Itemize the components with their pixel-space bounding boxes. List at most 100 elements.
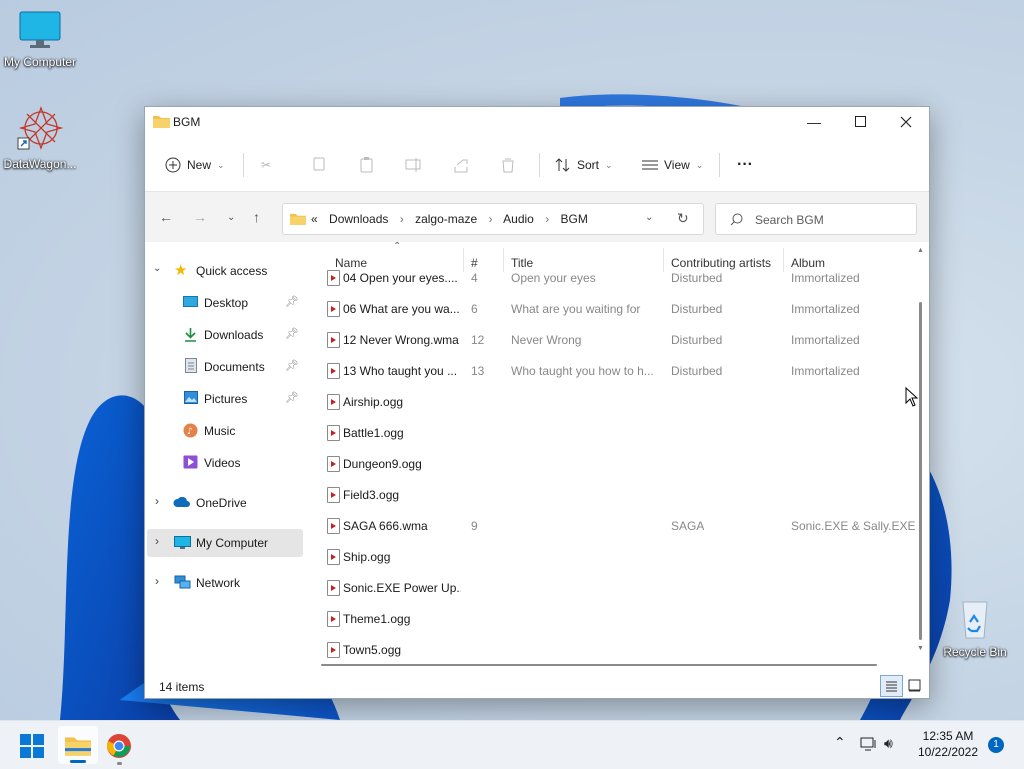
sidebar-item-my-computer[interactable]: › My Computer <box>147 529 303 557</box>
file-row[interactable]: 12 Never Wrong.wma 12 Never Wrong Distur… <box>321 326 911 354</box>
sidebar-item-downloads[interactable]: Downloads 📌︎ <box>145 321 301 349</box>
search-box[interactable]: Search BGM <box>715 203 917 235</box>
tiles-view-button[interactable] <box>905 676 925 696</box>
taskbar-chrome[interactable] <box>106 733 132 765</box>
sidebar-item-quick-access[interactable]: ⌄ ★ Quick access <box>145 257 301 285</box>
file-row[interactable]: Field3.ogg <box>321 481 911 509</box>
column-header-title[interactable]: Title <box>511 256 533 270</box>
breadcrumb-downloads[interactable]: Downloads <box>329 212 388 226</box>
recent-locations-chevron-icon[interactable]: ⌄ <box>227 212 235 223</box>
sidebar-item-desktop[interactable]: Desktop 📌︎ <box>145 289 301 317</box>
scroll-up-icon[interactable]: ▲ <box>917 247 924 254</box>
column-header-name[interactable]: Name <box>335 256 367 270</box>
network-status-icon[interactable] <box>860 737 878 753</box>
sidebar-item-music[interactable]: ♪ Music <box>145 417 301 445</box>
pin-icon[interactable]: 📌︎ <box>285 327 299 340</box>
sidebar-item-pictures[interactable]: Pictures 📌︎ <box>145 385 301 413</box>
cut-button[interactable]: ✂ <box>261 153 271 177</box>
column-divider[interactable] <box>783 248 784 272</box>
forward-arrow-icon[interactable]: → <box>193 209 207 225</box>
file-row[interactable]: Town5.ogg <box>321 636 911 664</box>
breadcrumb-audio[interactable]: Audio <box>503 212 534 226</box>
desktop-icon-recycle-bin[interactable]: Recycle Bin <box>935 596 1015 659</box>
column-header-number[interactable]: # <box>471 256 478 270</box>
share-button[interactable] <box>453 153 469 177</box>
chevron-right-icon[interactable]: › <box>155 494 159 508</box>
file-row[interactable]: Ship.ogg <box>321 543 911 571</box>
navigation-bar: ← → ⌄ ↑ « Downloads › zalgo-maze › Audio… <box>145 191 929 242</box>
desktop-icon-label: My Computer <box>3 55 77 69</box>
column-divider[interactable] <box>503 248 504 272</box>
audio-file-icon <box>327 425 340 441</box>
vertical-scrollbar[interactable]: ▲ ▼ <box>917 247 925 657</box>
scroll-down-icon[interactable]: ▼ <box>917 645 924 652</box>
sidebar-item-network[interactable]: › Network <box>145 569 301 597</box>
breadcrumb-zalgo-maze[interactable]: zalgo-maze <box>415 212 477 226</box>
start-button[interactable] <box>20 734 44 758</box>
column-header-album[interactable]: Album <box>791 256 825 270</box>
close-button[interactable] <box>883 107 929 137</box>
chevron-right-icon[interactable]: › <box>155 574 159 588</box>
file-row[interactable]: Battle1.ogg <box>321 419 911 447</box>
toolbar-divider <box>719 153 720 177</box>
more-options-button[interactable]: ··· <box>737 153 753 177</box>
rename-button[interactable] <box>405 153 423 177</box>
paste-icon <box>360 157 373 173</box>
file-name: Town5.ogg <box>343 643 402 657</box>
monitor-icon <box>19 11 61 48</box>
notification-badge[interactable]: 1 <box>988 737 1004 753</box>
chevron-down-icon[interactable]: ⌄ <box>153 263 161 274</box>
refresh-icon[interactable]: ↻ <box>677 210 689 227</box>
view-button[interactable]: View ⌄ <box>642 153 703 177</box>
desktop-icon-datawagon[interactable]: DataWagon... <box>0 104 80 171</box>
file-row[interactable]: 04 Open your eyes.... 4 Open your eyes D… <box>321 270 911 292</box>
address-bar[interactable]: « Downloads › zalgo-maze › Audio › BGM ⌄… <box>282 203 704 235</box>
file-row[interactable]: Theme1.ogg <box>321 605 911 633</box>
scrollbar-thumb[interactable] <box>919 302 922 640</box>
sidebar-item-documents[interactable]: Documents 📌︎ <box>145 353 301 381</box>
back-arrow-icon[interactable]: ← <box>159 209 173 225</box>
column-divider[interactable] <box>463 248 464 272</box>
folder-icon <box>153 116 170 128</box>
details-view-button[interactable] <box>880 675 903 697</box>
title-bar[interactable]: BGM — <box>145 107 929 137</box>
new-button[interactable]: New ⌄ <box>165 153 225 177</box>
desktop-icon-label: Recycle Bin <box>943 645 1007 659</box>
maximize-button[interactable] <box>837 107 883 137</box>
view-label: View <box>664 158 690 172</box>
sidebar-item-onedrive[interactable]: › OneDrive <box>145 489 301 517</box>
breadcrumb-bgm[interactable]: BGM <box>561 212 588 226</box>
sidebar-item-videos[interactable]: Videos <box>145 449 301 477</box>
copy-button[interactable] <box>311 153 325 177</box>
file-row[interactable]: Sonic.EXE Power Up... <box>321 574 911 602</box>
pin-icon[interactable]: 📌︎ <box>285 359 299 372</box>
file-row[interactable]: 06 What are you wa... 6 What are you wai… <box>321 295 911 323</box>
chevron-right-icon[interactable]: › <box>155 534 159 548</box>
paste-button[interactable] <box>359 153 375 177</box>
network-icon <box>174 575 191 589</box>
column-divider[interactable] <box>663 248 664 272</box>
desktop-icon-my-computer[interactable]: My Computer <box>0 10 80 69</box>
clock[interactable]: 12:35 AM 10/22/2022 <box>912 729 984 759</box>
pin-icon[interactable]: 📌︎ <box>285 391 299 404</box>
file-title: Who taught you how to h... <box>511 364 654 378</box>
show-hidden-icons-chevron-icon[interactable]: ⌃ <box>834 734 846 751</box>
horizontal-scrollbar[interactable] <box>321 664 877 666</box>
address-dropdown-icon[interactable]: ⌄ <box>645 212 653 223</box>
pin-icon[interactable]: 📌︎ <box>285 295 299 308</box>
file-row[interactable]: 13 Who taught you ... 13 Who taught you … <box>321 357 911 385</box>
file-row[interactable]: Dungeon9.ogg <box>321 450 911 478</box>
file-row[interactable]: Airship.ogg <box>321 388 911 416</box>
taskbar-file-explorer[interactable] <box>58 726 98 764</box>
column-header-contributing-artists[interactable]: Contributing artists <box>671 256 771 270</box>
copy-icon <box>313 157 325 171</box>
breadcrumb-overflow[interactable]: « <box>311 212 318 226</box>
file-name: 06 What are you wa... <box>343 302 460 316</box>
file-rows: 04 Open your eyes.... 4 Open your eyes D… <box>305 270 929 667</box>
delete-button[interactable] <box>501 153 515 177</box>
up-arrow-icon[interactable]: ↑ <box>253 209 260 225</box>
minimize-button[interactable]: — <box>791 107 837 137</box>
file-row[interactable]: SAGA 666.wma 9 SAGA Sonic.EXE & Sally.EX… <box>321 512 916 540</box>
sort-button[interactable]: Sort ⌄ <box>555 153 613 177</box>
speaker-icon[interactable]: 🔊︎ <box>884 735 893 752</box>
